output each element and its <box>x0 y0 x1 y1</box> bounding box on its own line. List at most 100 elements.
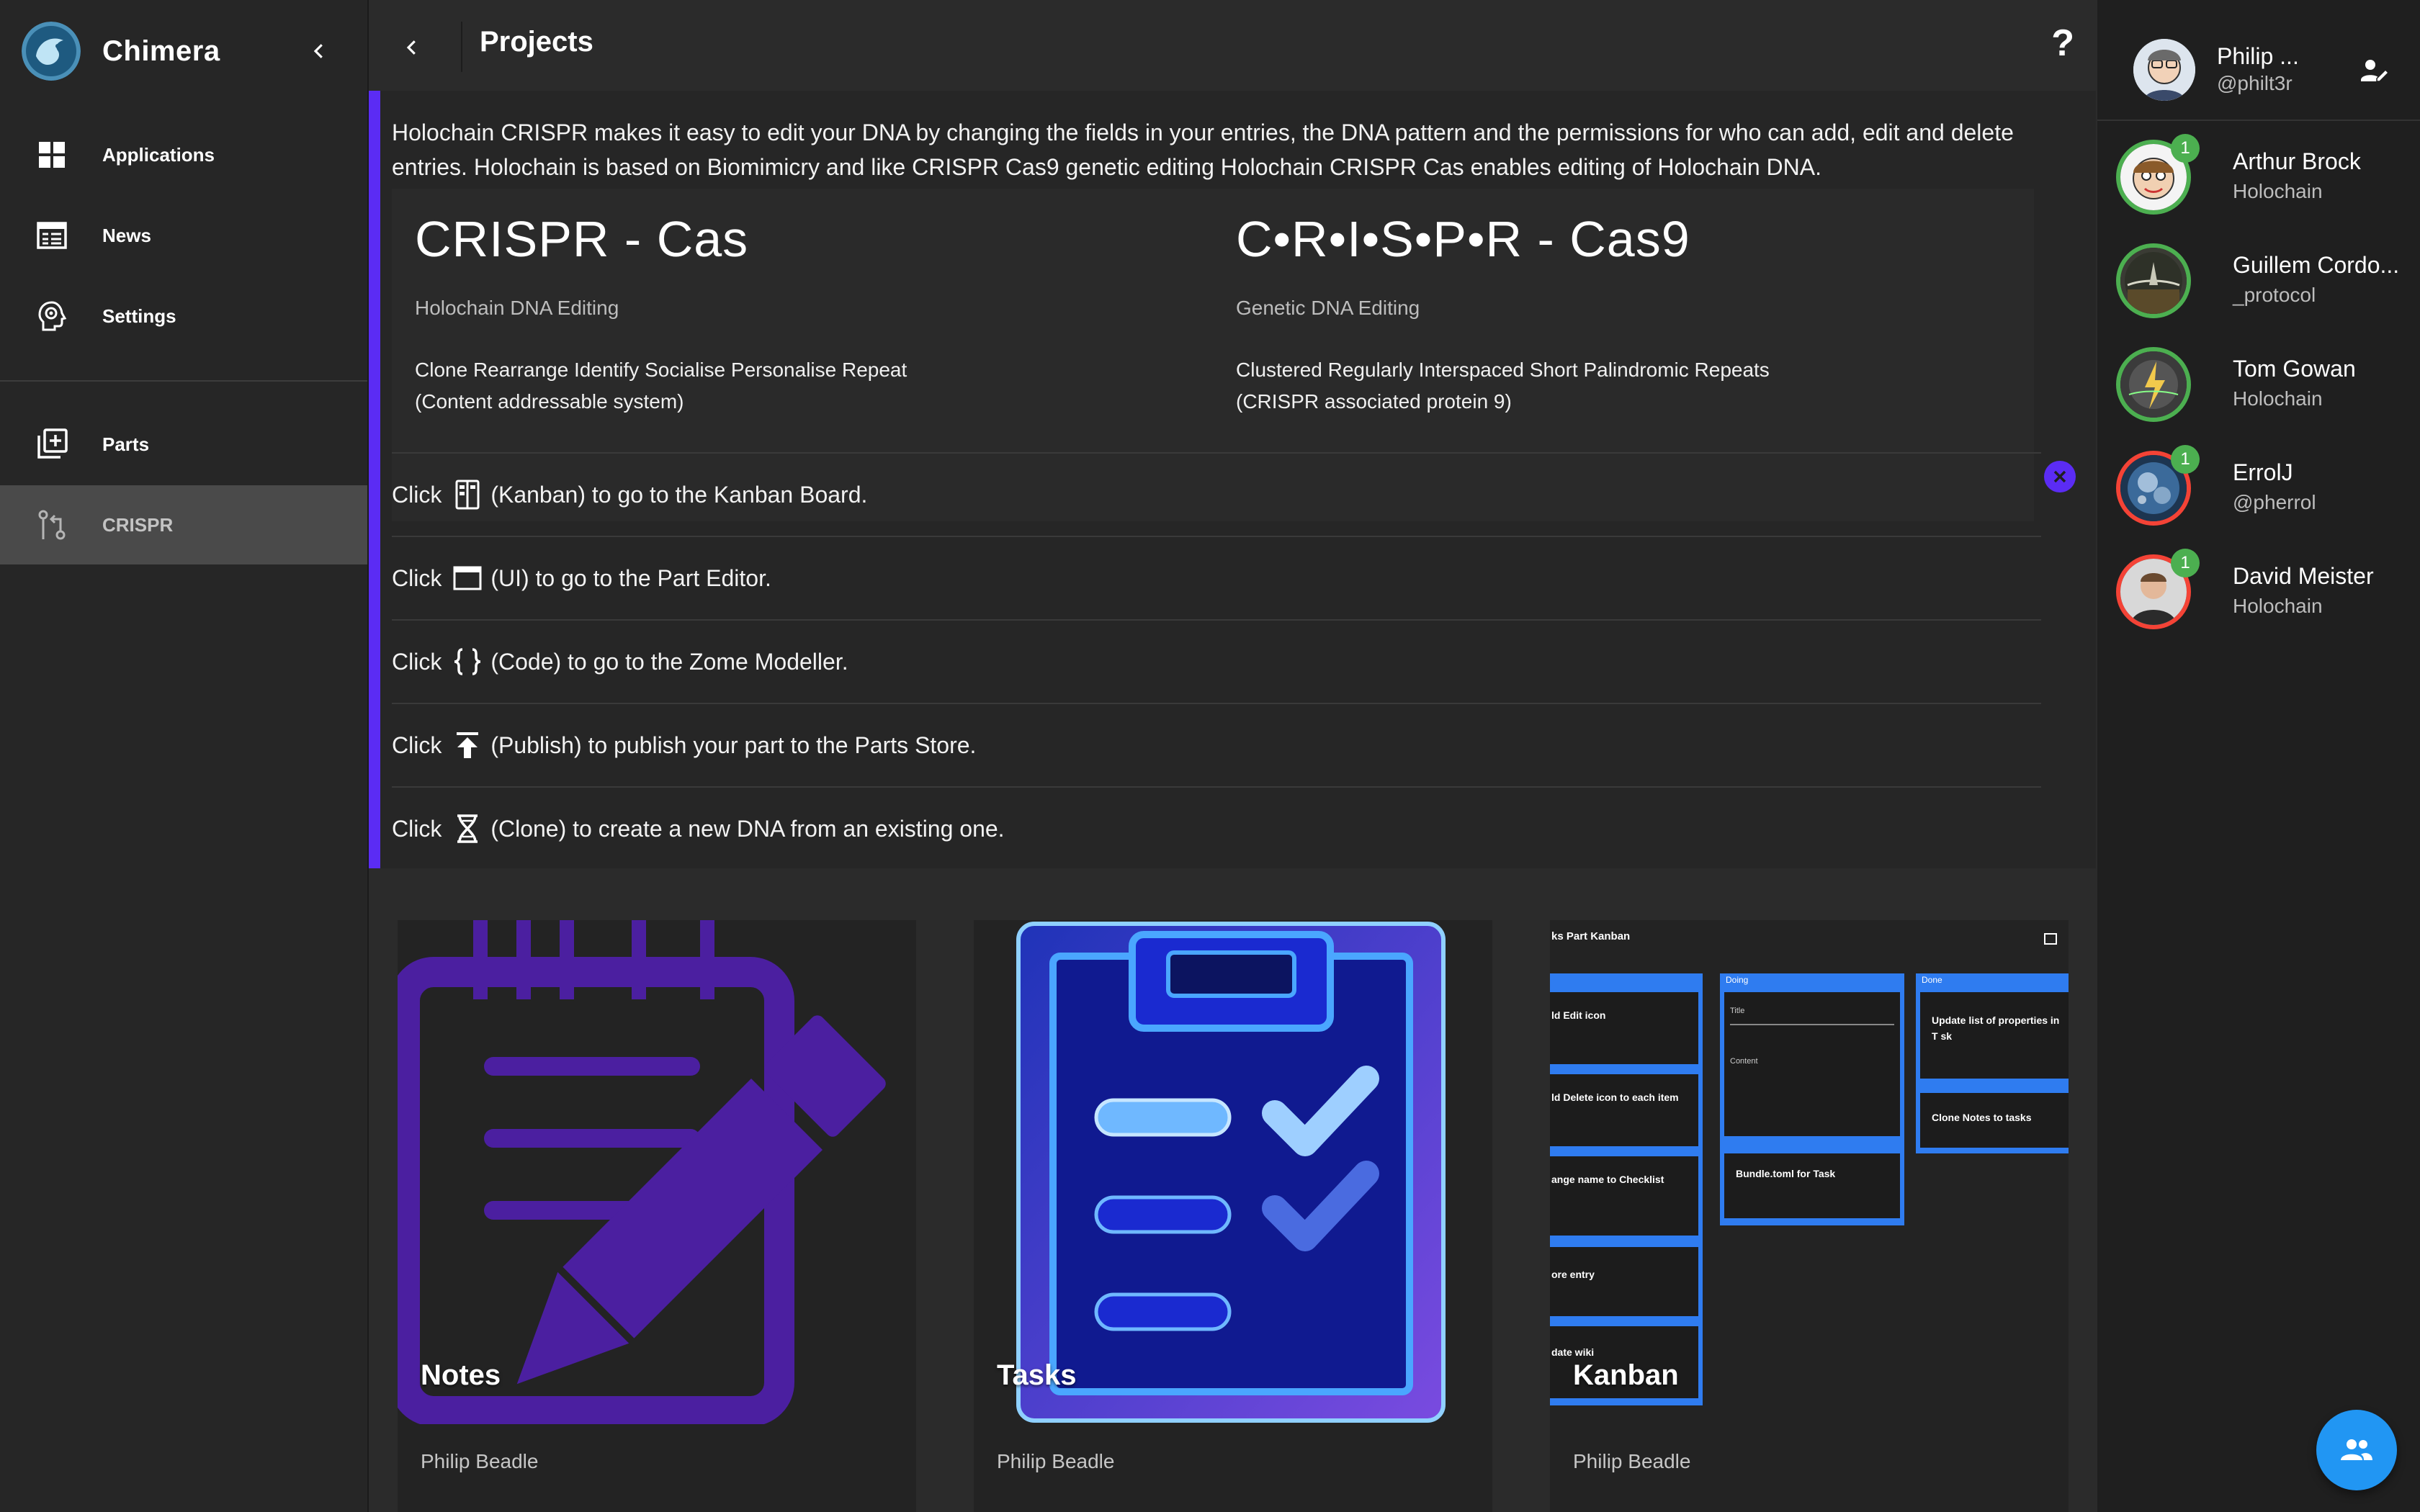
thumb-card-text: Bundle.toml for Task <box>1736 1168 1836 1179</box>
unread-badge: 1 <box>2171 134 2200 163</box>
chevron-left-icon <box>406 40 416 55</box>
kanban-icon <box>452 479 483 510</box>
instruction-kanban: Click (Kanban) to go to the Kanban Board… <box>392 452 2041 536</box>
contact-name: ErrolJ <box>2233 459 2293 485</box>
apps-grid-icon <box>35 138 69 172</box>
instruction-text: (UI) to go to the Part Editor. <box>490 564 771 591</box>
thumb-window-icon <box>2044 933 2057 945</box>
sidebar-item-news[interactable]: News <box>0 196 367 275</box>
user-handle: @philt3r <box>2217 72 2293 94</box>
crispr-info-panel: Holochain CRISPR makes it easy to edit y… <box>369 91 2096 868</box>
thumb-card: ld Delete icon to each item <box>1550 1074 1698 1146</box>
instruction-ui: Click (UI) to go to the Part Editor. <box>392 536 2041 619</box>
sidebar-item-applications[interactable]: Applications <box>0 115 367 194</box>
contact-item[interactable]: 1 ErrolJ @pherrol <box>2097 441 2420 544</box>
thumb-column-label: Done <box>1922 975 1942 985</box>
thumb-card: Update list of properties in T sk <box>1920 992 2069 1079</box>
thumb-title: ks Part Kanban <box>1551 930 1631 942</box>
contact-subtitle: @pherrol <box>2233 491 2316 513</box>
collapse-sidebar-button[interactable] <box>301 33 337 69</box>
instruction-prefix: Click <box>392 732 442 758</box>
people-icon <box>2341 1439 2372 1460</box>
instruction-prefix: Click <box>392 648 442 675</box>
avatar <box>2120 351 2187 418</box>
thumb-card-text: ore entry <box>1551 1269 1595 1280</box>
unread-badge: 1 <box>2171 549 2200 577</box>
tasks-clipboard-icon <box>974 920 1492 1424</box>
contact-item[interactable]: Tom Gowan Holochain <box>2097 337 2420 441</box>
thumb-input-line <box>1730 1024 1894 1025</box>
contact-item[interactable]: Guillem Cordo... _protocol <box>2097 233 2420 337</box>
user-name: Philip ... <box>2217 43 2299 69</box>
intro-text: Holochain CRISPR makes it easy to edit y… <box>392 120 2014 180</box>
newspaper-icon <box>35 218 69 253</box>
sidebar-item-parts[interactable]: Parts <box>0 405 367 484</box>
part-author: Philip Beadle <box>1573 1450 1691 1472</box>
contact-item[interactable]: 1 Arthur Brock Holochain <box>2097 130 2420 233</box>
card-title: CRISPR - Cas <box>415 211 749 267</box>
sidebar-item-crispr[interactable]: CRISPR <box>0 485 367 564</box>
sidebar-item-label: Applications <box>102 143 215 166</box>
help-button[interactable]: ? <box>2051 22 2074 65</box>
card-line: (CRISPR associated protein 9) <box>1236 390 1512 413</box>
part-card-tasks[interactable]: Tasks Philip Beadle <box>974 920 1492 1512</box>
instruction-code: Click (Code) to go to the Zome Modeller. <box>392 619 2041 703</box>
instruction-text: (Kanban) to go to the Kanban Board. <box>490 481 868 508</box>
current-user[interactable]: Philip ... @philt3r <box>2097 0 2420 121</box>
instruction-prefix: Click <box>392 481 442 508</box>
left-sidebar: Chimera Applications News Settings Parts… <box>0 0 369 1512</box>
contact-name: David Meister <box>2233 563 2374 589</box>
contacts-fab-button[interactable] <box>2316 1410 2397 1490</box>
contact-subtitle: Holochain <box>2233 595 2323 617</box>
thumb-card: Bundle.toml for Task <box>1724 1153 1900 1218</box>
close-icon <box>2053 470 2066 483</box>
contact-subtitle: Holochain <box>2233 387 2323 410</box>
part-card-notes[interactable]: Notes Philip Beadle <box>398 920 916 1512</box>
publish-icon <box>452 729 483 761</box>
thumb-card-text: Update list of properties in T sk <box>1932 1014 2060 1042</box>
kanban-screenshot-thumbnail: ks Part Kanban ld Edit icon ld Delete ic… <box>1550 920 2069 1424</box>
instruction-prefix: Click <box>392 564 442 591</box>
instruction-text: (Publish) to publish your part to the Pa… <box>490 732 977 758</box>
card-title: C•R•I•S•P•R - Cas9 <box>1236 211 1690 267</box>
part-card-kanban[interactable]: ks Part Kanban ld Edit icon ld Delete ic… <box>1550 920 2069 1512</box>
card-body: Clone Rearrange Identify Socialise Perso… <box>415 354 1193 418</box>
merge-icon <box>35 508 69 542</box>
library-add-icon <box>35 427 69 462</box>
card-line: Clustered Regularly Interspaced Short Pa… <box>1236 359 1770 381</box>
thumb-form: Title Content <box>1724 992 1900 1136</box>
instruction-text: (Code) to go to the Zome Modeller. <box>490 648 848 675</box>
instruction-publish: Click (Publish) to publish your part to … <box>392 703 2041 786</box>
thumb-column-todo: ld Edit icon ld Delete icon to each item… <box>1550 973 1703 1405</box>
thumb-card-text: ld Delete icon to each item <box>1551 1092 1679 1103</box>
sidebar-item-label: Settings <box>102 305 176 327</box>
avatar <box>2120 248 2187 314</box>
contact-item[interactable]: 1 David Meister Holochain <box>2097 544 2420 648</box>
card-line: (Content addressable system) <box>415 390 684 413</box>
window-icon <box>452 562 483 594</box>
thumb-card-text: ange name to Checklist <box>1551 1174 1664 1185</box>
settings-head-icon <box>35 299 69 333</box>
instruction-text: (Clone) to create a new DNA from an exis… <box>490 815 1005 842</box>
chimera-logo-icon <box>22 22 81 81</box>
sidebar-item-label: CRISPR <box>102 513 174 536</box>
sidebar-item-label: News <box>102 224 151 246</box>
thumb-column-doing: Doing Title Content Bundle.toml for Task <box>1720 973 1904 1225</box>
sidebar-item-settings[interactable]: Settings <box>0 276 367 356</box>
contact-name: Guillem Cordo... <box>2233 252 2400 278</box>
instruction-prefix: Click <box>392 815 442 842</box>
avatar <box>2133 39 2195 101</box>
thumb-card: Clone Notes to tasks <box>1920 1093 2069 1148</box>
part-name: Notes <box>421 1359 501 1391</box>
edit-profile-button[interactable] <box>2358 55 2390 86</box>
close-info-button[interactable] <box>2044 461 2076 492</box>
app-name: Chimera <box>102 35 220 67</box>
contact-subtitle: _protocol <box>2233 284 2316 306</box>
back-button[interactable] <box>390 26 434 69</box>
thumb-card-text: date wiki <box>1551 1346 1595 1358</box>
contacts-sidebar: Philip ... @philt3r 1 Arthur Brock Holoc… <box>2097 0 2420 1512</box>
thumb-card: ld Edit icon <box>1550 992 1698 1064</box>
thumb-card-text: ld Edit icon <box>1551 1009 1606 1021</box>
dna-icon <box>452 813 483 845</box>
thumb-form-title: Title <box>1730 1007 1745 1015</box>
